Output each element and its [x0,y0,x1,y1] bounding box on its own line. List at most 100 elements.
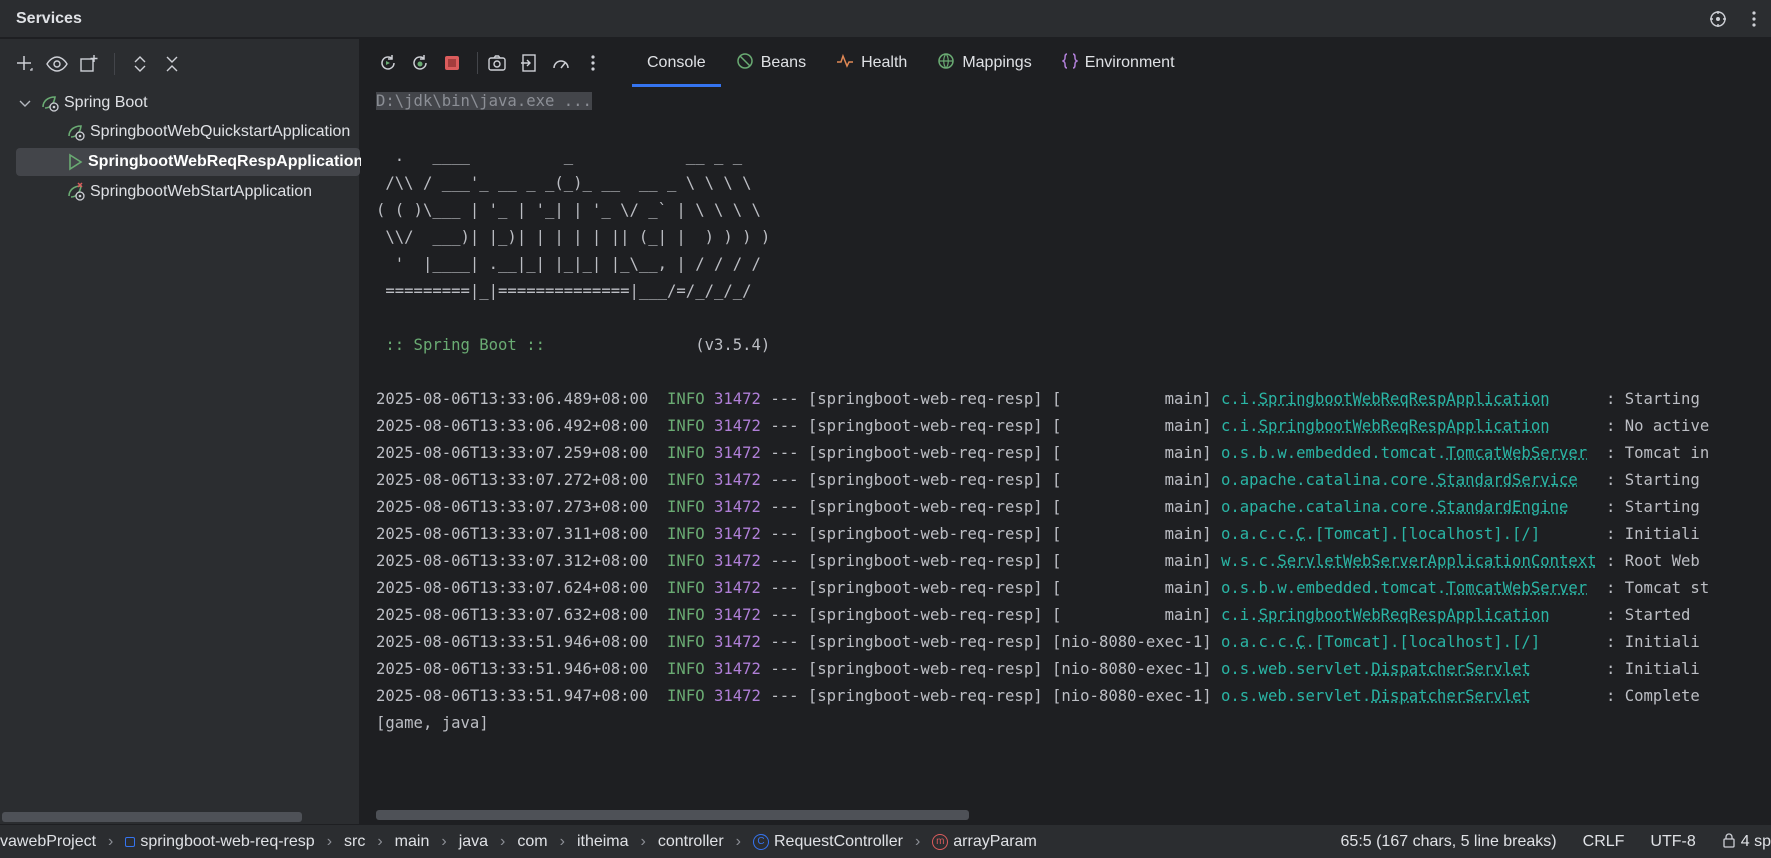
camera-icon[interactable] [484,50,510,76]
breadcrumb-itheima[interactable]: itheima [577,833,629,851]
chevron-right-icon: › [500,833,505,851]
eye-icon[interactable] [46,53,68,75]
tree-item-quickstart[interactable]: SpringbootWebQuickstartApplication [66,118,350,146]
tab-mappings[interactable]: Mappings [922,39,1046,87]
logger-class-link[interactable]: ServletWebServerApplicationContext [1277,552,1596,570]
tree-item-webstart[interactable]: SpringbootWebStartApplication [66,178,312,206]
running-icon [66,152,84,172]
breadcrumb-controller[interactable]: controller [658,833,724,851]
log-line: 2025-08-06T13:33:07.632+08:00 INFO 31472… [376,602,1690,629]
window-title: Services [0,10,82,28]
more-vertical-icon[interactable] [1743,8,1765,30]
toolbar-divider [477,52,478,74]
banner-line: /\\ / ___'_ __ _ _(_)_ __ __ _ \ \ \ \ [376,170,752,197]
method-icon: m [932,834,948,850]
file-encoding[interactable]: UTF-8 [1650,833,1695,851]
spring-boot-app-icon [66,122,86,142]
collapse-all-icon[interactable] [161,53,183,75]
beans-icon [736,52,754,75]
tab-health[interactable]: Health [821,39,922,87]
add-service-icon[interactable] [14,53,36,75]
rerun-icon[interactable] [375,50,401,76]
spring-boot-error-icon [66,182,86,202]
exit-icon[interactable] [516,50,542,76]
tab-console[interactable]: Console [632,39,721,87]
banner-line: =========|_|==============|___/=/_/_/_/ [376,278,752,305]
status-bar: vawebProject › springboot-web-req-resp ›… [0,824,1771,858]
log-line: 2025-08-06T13:33:51.946+08:00 INFO 31472… [376,629,1700,656]
log-line: 2025-08-06T13:33:07.312+08:00 INFO 31472… [376,548,1700,575]
stop-icon[interactable] [439,50,465,76]
logger-class-link[interactable]: StandardEngine [1437,498,1568,516]
log-line: 2025-08-06T13:33:07.273+08:00 INFO 31472… [376,494,1700,521]
logger-class-link[interactable]: StandardService [1437,471,1578,489]
tab-label: Environment [1085,54,1175,72]
tab-label: Console [647,54,706,72]
chevron-right-icon: › [736,833,741,851]
logger-class-link[interactable]: C [1296,525,1305,543]
console-output[interactable]: D:\jdk\bin\java.exe ... . ____ _ __ _ _ … [361,87,1771,807]
tree-item-label: SpringbootWebStartApplication [90,183,312,201]
log-line: 2025-08-06T13:33:07.311+08:00 INFO 31472… [376,521,1700,548]
logger-class-link[interactable]: DispatcherServlet [1371,660,1531,678]
logger-class-link[interactable]: TomcatWebServer [1446,444,1587,462]
logger-class-link[interactable]: DispatcherServlet [1371,687,1531,705]
tree-node-spring-boot[interactable]: Spring Boot [18,89,148,117]
chevron-right-icon: › [377,833,382,851]
gauge-icon[interactable] [548,50,574,76]
spring-boot-version: (v3.5.4) [554,336,770,354]
mappings-icon [937,52,955,75]
expand-all-icon[interactable] [129,53,151,75]
chevron-right-icon: › [108,833,113,851]
title-bar-actions [1707,0,1771,38]
breadcrumb-class[interactable]: RequestController [774,833,903,851]
program-output: [game, java] [376,710,489,737]
class-icon: C [753,834,769,850]
more-vertical-icon[interactable] [580,50,606,76]
horizontal-scrollbar[interactable] [2,812,302,822]
breadcrumb-main[interactable]: main [395,833,430,851]
banner-line: ( ( )\___ | '_ | '_| | '_ \/ _` | \ \ \ … [376,197,761,224]
breadcrumb-com[interactable]: com [517,833,547,851]
console-tabs: Console Beans Health Mappings Environmen… [632,39,1190,87]
log-line: 2025-08-06T13:33:07.624+08:00 INFO 31472… [376,575,1709,602]
environment-icon [1062,52,1078,75]
tab-beans[interactable]: Beans [721,39,821,87]
tab-environment[interactable]: Environment [1047,39,1190,87]
status-widgets: 65:5 (167 chars, 5 line breaks) CRLF UTF… [1341,825,1771,858]
breadcrumb-src[interactable]: src [344,833,365,851]
console-toolbar: Console Beans Health Mappings Environmen… [361,39,1771,87]
spring-boot-version-line: :: Spring Boot :: (v3.5.4) [376,332,770,359]
chevron-right-icon: › [441,833,446,851]
chevron-right-icon: › [915,833,920,851]
tab-label: Health [861,54,907,72]
breadcrumb-java[interactable]: java [459,833,488,851]
new-group-icon[interactable] [78,53,100,75]
toolbar-divider [114,53,115,75]
logger-class-link[interactable]: SpringbootWebReqRespApplication [1259,390,1550,408]
rerun-debug-icon[interactable] [407,50,433,76]
log-line: 2025-08-06T13:33:51.947+08:00 INFO 31472… [376,683,1700,710]
log-line: 2025-08-06T13:33:07.259+08:00 INFO 31472… [376,440,1709,467]
indent-setting[interactable]: 4 sp [1722,832,1771,853]
target-icon[interactable] [1707,8,1729,30]
chevron-down-icon[interactable] [18,95,34,111]
caret-position[interactable]: 65:5 (167 chars, 5 line breaks) [1341,833,1557,851]
tree-node-label: Spring Boot [64,94,148,112]
breadcrumb-method[interactable]: arrayParam [953,833,1037,851]
log-line: 2025-08-06T13:33:51.946+08:00 INFO 31472… [376,656,1700,683]
logger-class-link[interactable]: SpringbootWebReqRespApplication [1259,606,1550,624]
logger-class-link[interactable]: SpringbootWebReqRespApplication [1259,417,1550,435]
tree-item-reqresp[interactable]: SpringbootWebReqRespApplication [16,148,360,176]
console-command-line: D:\jdk\bin\java.exe ... [376,88,592,115]
module-icon [125,837,135,847]
tab-label: Beans [761,54,806,72]
line-ending[interactable]: CRLF [1583,833,1625,851]
breadcrumb-project[interactable]: vawebProject [0,833,96,851]
logger-class-link[interactable]: TomcatWebServer [1446,579,1587,597]
java-command[interactable]: D:\jdk\bin\java.exe ... [376,92,592,110]
breadcrumb-module[interactable]: springboot-web-req-resp [140,833,314,851]
title-bar: Services [0,0,1771,38]
horizontal-scrollbar[interactable] [376,810,969,820]
logger-class-link[interactable]: C [1296,633,1305,651]
